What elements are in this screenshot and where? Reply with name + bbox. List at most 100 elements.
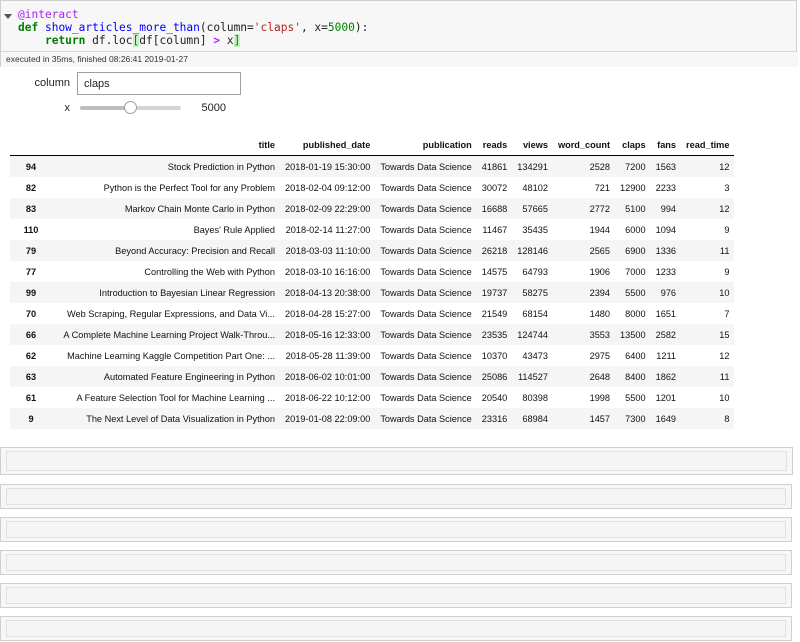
table-cell: 1211 [656, 350, 677, 361]
table-cell: 12 [719, 350, 730, 361]
table-row: 61 A Feature Selection Tool for Machine L… [10, 387, 734, 408]
table-cell: Towards Data Science [380, 245, 472, 256]
table-cell: Towards Data Science [380, 413, 472, 424]
x-slider-handle[interactable] [124, 101, 137, 114]
table-cell: 2018-03-10 16:16:00 [285, 266, 371, 277]
table-cell: 11 [719, 371, 730, 382]
table-cell: 13500 [620, 329, 646, 340]
code-editor[interactable]: @interact def show_articles_more_than(co… [18, 8, 368, 47]
table-cell: 3 [724, 182, 730, 193]
row-index: 9 [28, 413, 34, 424]
table-cell: 48102 [522, 182, 548, 193]
table-cell: 2018-02-14 11:27:00 [285, 224, 371, 235]
table-cell: 30072 [481, 182, 508, 193]
table-cell: Controlling the Web with Python [144, 266, 275, 277]
table-cell: Towards Data Science [380, 392, 472, 403]
code-text: ): [354, 21, 369, 34]
decorator: @interact [18, 8, 79, 21]
cell-input-area[interactable] [6, 451, 787, 471]
table-cell: 2018-06-02 10:01:00 [285, 371, 371, 382]
execution-status: executed in 35ms, finished 08:26:41 2019… [1, 51, 798, 67]
row-index: 66 [25, 329, 37, 340]
table-cell: Python is the Perfect Tool for any Probl… [103, 182, 275, 193]
table-row: 79 Beyond Accuracy: Precision and Recall 2… [10, 240, 735, 261]
table-row: 63 Automated Feature Engineering in Pytho… [10, 366, 735, 387]
empty-code-cell[interactable] [0, 484, 792, 509]
cell-input-area[interactable] [6, 488, 786, 505]
table-cell: 2582 [655, 329, 677, 340]
table-cell: 7 [724, 308, 730, 319]
row-index: 79 [25, 245, 37, 256]
table-cell: 2018-05-16 12:33:00 [285, 329, 371, 340]
table-cell: The Next Level of Data Visualization in … [86, 413, 275, 424]
row-index: 110 [23, 224, 39, 235]
table-cell: 2018-02-09 22:29:00 [285, 203, 371, 214]
cell-input-area[interactable] [6, 620, 786, 637]
table-cell: Towards Data Science [380, 203, 472, 214]
column-header: views [522, 139, 548, 150]
table-cell: Introduction to Bayesian Linear Regressi… [99, 287, 275, 298]
table-cell: 6900 [625, 245, 646, 256]
table-cell: 1998 [589, 392, 611, 403]
empty-code-cell[interactable] [0, 447, 793, 475]
cell-input-area[interactable] [6, 554, 786, 571]
table-cell: 1457 [589, 413, 611, 424]
table-cell: 2648 [589, 371, 611, 382]
x-label: x [64, 102, 71, 114]
table-cell: Towards Data Science [380, 371, 472, 382]
table-cell: 5100 [625, 203, 646, 214]
table-cell: 1651 [655, 308, 677, 319]
table-cell: Automated Feature Engineering in Python [103, 371, 275, 382]
code-text: (column= [199, 21, 254, 34]
table-cell: Towards Data Science [380, 308, 472, 319]
column-header: reads [482, 139, 508, 150]
empty-code-cell[interactable] [0, 517, 792, 542]
cell-input-area[interactable] [6, 587, 786, 604]
table-row: 62 Machine Learning Kaggle Competition Pa… [10, 345, 734, 366]
table-cell: 7200 [625, 161, 646, 172]
empty-code-cell[interactable] [0, 550, 792, 575]
table-cell: 721 [594, 182, 611, 193]
cell-input-area[interactable] [6, 521, 786, 538]
table-cell: 10 [719, 287, 730, 298]
table-cell: 41861 [481, 161, 508, 172]
table-cell: 9 [724, 266, 730, 277]
table-cell: 134291 [517, 161, 548, 172]
table-cell: 2565 [589, 245, 611, 256]
table-cell: A Feature Selection Tool for Machine Lea… [76, 392, 276, 403]
table-cell: 2772 [589, 203, 611, 214]
row-index: 70 [25, 308, 37, 319]
table-cell: 58275 [522, 287, 548, 298]
empty-code-cell[interactable] [0, 616, 792, 641]
table-cell: 1649 [655, 413, 677, 424]
table-cell: 11467 [482, 224, 508, 235]
table-cell: 3553 [589, 329, 611, 340]
table-cell: Web Scraping, Regular Expressions, and D… [66, 308, 275, 319]
table-cell: 1201 [655, 392, 677, 403]
x-readout: 5000 [201, 102, 226, 114]
collapse-arrow-icon[interactable] [4, 14, 12, 19]
table-cell: 7000 [625, 266, 646, 277]
table-cell: 80398 [522, 392, 548, 403]
table-cell: 6400 [625, 350, 646, 361]
table-cell: 20540 [481, 392, 508, 403]
table-cell: 23316 [481, 413, 508, 424]
table-cell: Towards Data Science [380, 224, 472, 235]
number-literal: 5000 [327, 21, 355, 34]
column-header: fans [657, 139, 677, 150]
table-cell: 1336 [655, 245, 677, 256]
table-cell: 12 [719, 203, 730, 214]
column-header: title [258, 139, 275, 150]
table-cell: 2018-05-28 11:39:00 [285, 350, 371, 361]
code-cell[interactable]: @interact def show_articles_more_than(co… [0, 0, 798, 67]
column-header: published_date [302, 139, 371, 150]
table-cell: 2018-01-19 15:30:00 [285, 161, 371, 172]
row-index: 77 [25, 266, 37, 277]
table-cell: 12900 [620, 182, 646, 193]
table-cell: 976 [660, 287, 677, 298]
table-cell: 114527 [517, 371, 548, 382]
code-text: df.loc [85, 34, 133, 47]
code-text: , x= [300, 21, 328, 34]
column-input[interactable] [77, 72, 241, 95]
empty-code-cell[interactable] [0, 583, 792, 608]
